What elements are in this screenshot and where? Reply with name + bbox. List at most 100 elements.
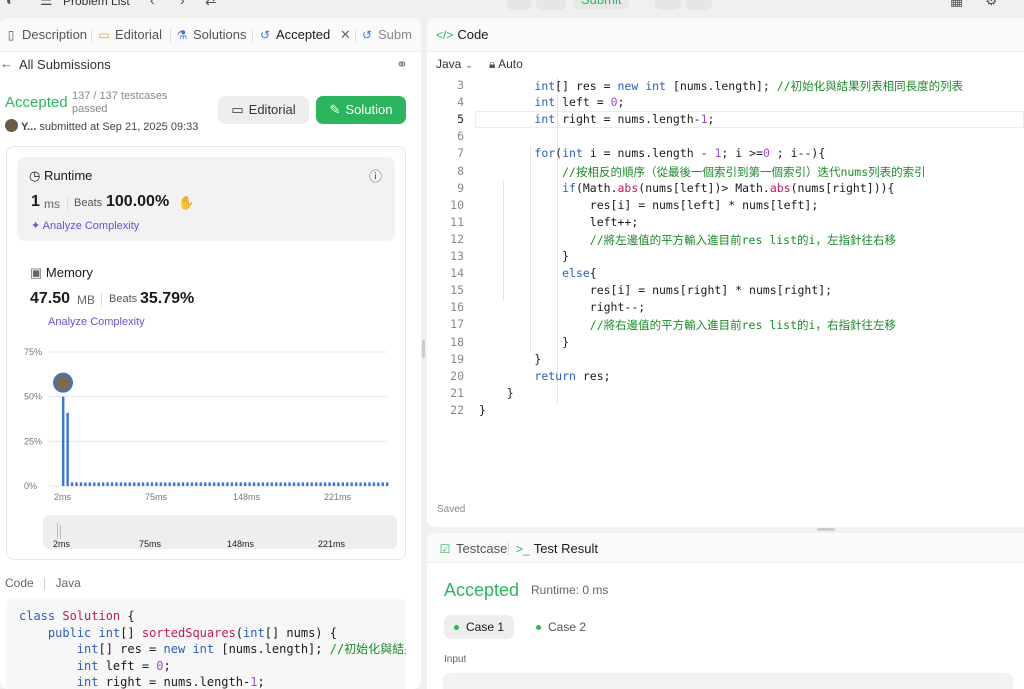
all-submissions-link[interactable]: All Submissions (19, 57, 111, 72)
settings-icon[interactable]: ⚙ (985, 0, 998, 9)
user-avatar-marker[interactable] (53, 372, 73, 393)
chart-bar[interactable] (288, 482, 291, 486)
avatar[interactable] (5, 119, 18, 132)
case-1-tab[interactable]: Case 1 (444, 615, 515, 639)
case-2-tab[interactable]: Case 2 (526, 615, 596, 639)
chart-bar[interactable] (243, 482, 247, 486)
chart-bar[interactable] (368, 482, 371, 486)
close-icon[interactable]: ✕ (340, 27, 351, 42)
chart-bar[interactable] (359, 482, 362, 486)
chart-bar[interactable] (252, 482, 256, 486)
chart-bar[interactable] (110, 482, 114, 486)
chart-bar[interactable] (292, 482, 296, 486)
chart-bar[interactable] (181, 482, 185, 486)
chart-bar[interactable] (297, 482, 300, 486)
chart-bar[interactable] (328, 482, 331, 486)
chart-bar[interactable] (62, 396, 65, 486)
memory-title[interactable]: ▣ Memory (30, 265, 93, 281)
code-line[interactable]: //將左邊值的平方輸入進目前res list的i，左指針往右移 (479, 232, 896, 248)
username[interactable]: Y... (21, 121, 36, 133)
chart-bar[interactable] (363, 482, 367, 486)
chart-bar[interactable] (79, 482, 83, 486)
chart-bar[interactable] (301, 482, 305, 486)
chart-bar[interactable] (124, 482, 127, 486)
autocomplete-mode[interactable]: 🔒︎ Auto (489, 57, 523, 72)
chart-bar[interactable] (310, 482, 313, 486)
submit-button[interactable]: Submit (573, 0, 630, 9)
code-line[interactable]: } (479, 335, 569, 349)
tab-description[interactable]: ▯ Description (4, 27, 87, 42)
tab-submissions[interactable]: ↺ Subm (360, 27, 412, 42)
chart-bar[interactable] (239, 482, 242, 486)
chart-bar[interactable] (314, 482, 318, 486)
chart-bar[interactable] (150, 482, 154, 486)
chart-bar[interactable] (141, 482, 145, 486)
code-line[interactable]: } (479, 403, 486, 417)
chart-bar[interactable] (337, 482, 340, 486)
chart-bar[interactable] (248, 482, 251, 486)
chart-bar[interactable] (106, 482, 109, 486)
chart-bar[interactable] (75, 482, 78, 486)
code-line[interactable]: res[i] = nums[right] * nums[right]; (479, 283, 832, 297)
chart-bar[interactable] (261, 482, 265, 486)
chart-bar[interactable] (257, 482, 260, 486)
chart-bar[interactable] (115, 482, 118, 486)
tab-test-result[interactable]: >_ Test Result (516, 541, 598, 556)
chart-bar[interactable] (199, 482, 202, 486)
notes-button[interactable] (655, 0, 681, 10)
code-line[interactable]: right--; (479, 300, 645, 314)
chart-bar[interactable] (133, 482, 136, 486)
ai-button[interactable] (686, 0, 712, 10)
chevron-right-icon[interactable]: › (180, 0, 185, 8)
chart-bar[interactable] (159, 482, 163, 486)
chart-bar[interactable] (354, 482, 358, 486)
chart-bar[interactable] (279, 482, 282, 486)
chart-bar[interactable] (230, 482, 234, 486)
arrow-left-icon[interactable]: ← (0, 56, 13, 71)
problem-list-link[interactable]: Problem List (63, 0, 130, 8)
chart-bar[interactable] (137, 482, 140, 486)
chart-bar[interactable] (221, 482, 225, 486)
chart-bar[interactable] (128, 482, 131, 486)
solution-button[interactable]: ✎ Solution (316, 96, 406, 124)
info-icon[interactable]: ⓘ (369, 166, 382, 185)
chart-bar[interactable] (208, 482, 211, 486)
chart-bar[interactable] (306, 482, 309, 486)
chart-bar[interactable] (172, 482, 176, 486)
chart-bar[interactable] (323, 482, 327, 486)
tab-testcase[interactable]: ☑ Testcase (438, 541, 508, 556)
chart-bar[interactable] (346, 482, 349, 486)
run-button[interactable] (536, 0, 566, 10)
chart-bar[interactable] (270, 482, 274, 486)
code-line[interactable]: } (479, 386, 514, 400)
analyze-complexity-runtime[interactable]: ✦ Analyze Complexity (31, 219, 139, 232)
tab-editorial[interactable]: ▭ Editorial (97, 27, 162, 42)
code-line[interactable]: int[] res = new int [nums.length]; //初始化… (479, 78, 963, 94)
link-icon[interactable]: ⚭ (396, 56, 408, 73)
code-line[interactable]: else{ (479, 266, 597, 280)
chart-minimap[interactable]: 2ms 75ms 148ms 221ms (43, 515, 397, 549)
code-line[interactable]: int left = 0; (479, 95, 624, 109)
chart-bar[interactable] (386, 482, 389, 486)
code-line[interactable]: return res; (479, 369, 610, 383)
code-line[interactable]: for(int i = nums.length - 1; i >=0 ; i--… (479, 146, 825, 160)
chart-bar[interactable] (177, 482, 180, 486)
chart-bar[interactable] (204, 482, 207, 486)
chart-bar[interactable] (84, 482, 87, 486)
chart-bar[interactable] (283, 482, 287, 486)
code-line[interactable]: //按相反的順序（從最後一個索引到第一個索引）迭代nums列表的索引 (479, 164, 926, 180)
code-line[interactable]: //將右邊值的平方輸入進目前res list的i，右指針往左移 (479, 317, 896, 333)
code-editor[interactable]: 3 int[] res = new int [nums.length]; //初… (427, 78, 1024, 478)
debug-button[interactable] (507, 0, 531, 10)
chart-bar[interactable] (266, 482, 269, 486)
code-line[interactable]: int right = nums.length-1; (479, 112, 714, 126)
chart-bar[interactable] (195, 482, 198, 486)
editorial-button[interactable]: ▭ Editorial (218, 96, 309, 124)
chart-bar[interactable] (372, 482, 376, 486)
chart-bar[interactable] (88, 482, 92, 486)
layout-icon[interactable]: ▦ (950, 0, 963, 9)
chart-bar[interactable] (164, 482, 167, 486)
chart-bar[interactable] (350, 482, 353, 486)
chart-bar[interactable] (168, 482, 171, 486)
chart-bar[interactable] (155, 482, 158, 486)
